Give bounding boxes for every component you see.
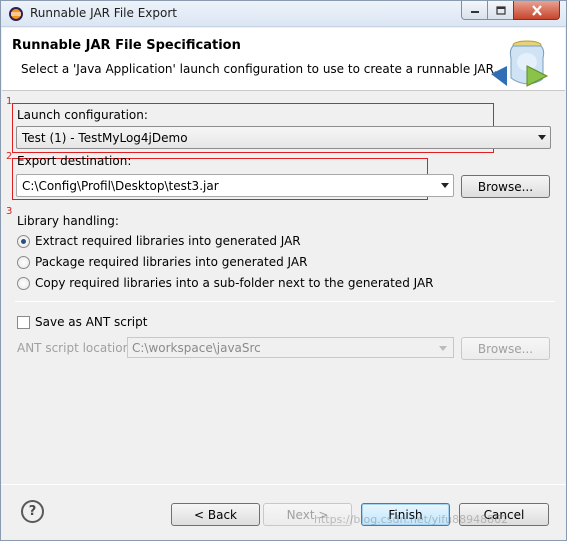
library-option-label: Package required libraries into generate…	[35, 255, 308, 269]
ant-script-location-input[interactable]: C:\workspace\javaSrc	[127, 337, 454, 358]
minimize-button[interactable]	[461, 1, 488, 20]
library-option-copy[interactable]: Copy required libraries into a sub-folde…	[17, 275, 434, 291]
divider	[15, 301, 555, 302]
window-title: Runnable JAR File Export	[30, 6, 177, 20]
library-handling-label: Library handling:	[17, 214, 119, 228]
export-destination-input[interactable]: C:\Config\Profil\Desktop\test3.jar	[16, 174, 454, 197]
export-destination-label: Export destination:	[17, 154, 132, 168]
library-option-package[interactable]: Package required libraries into generate…	[17, 254, 307, 270]
footer-divider	[1, 484, 566, 485]
maximize-icon	[495, 5, 506, 15]
chevron-down-icon[interactable]	[441, 183, 449, 188]
save-ant-script-checkbox[interactable]	[17, 315, 30, 329]
minimize-icon	[470, 11, 479, 13]
ant-script-location-label: ANT script location:	[17, 341, 135, 355]
eclipse-app-icon	[9, 7, 23, 21]
export-browse-button[interactable]: Browse...	[461, 175, 550, 198]
radio-button-selected[interactable]	[17, 234, 30, 248]
wizard-header: Runnable JAR File Specification Select a…	[2, 28, 565, 91]
launch-configuration-select[interactable]: Test (1) - TestMyLog4jDemo	[16, 126, 551, 149]
save-ant-script-label: Save as ANT script	[35, 315, 148, 329]
dialog-window: Runnable JAR File Export Runnable JAR Fi…	[0, 0, 567, 541]
radio-button[interactable]	[17, 255, 30, 269]
library-option-label: Copy required libraries into a sub-folde…	[35, 276, 434, 290]
close-icon	[531, 4, 542, 16]
annotation-number-3: 3	[6, 206, 13, 217]
chevron-down-icon[interactable]	[538, 135, 546, 140]
help-icon[interactable]: ?	[21, 500, 44, 523]
save-ant-script-row[interactable]: Save as ANT script	[17, 314, 147, 330]
ant-script-location-value: C:\workspace\javaSrc	[132, 341, 261, 355]
launch-configuration-label: Launch configuration:	[17, 108, 148, 122]
maximize-button[interactable]	[487, 1, 514, 20]
page-description: Select a 'Java Application' launch confi…	[21, 62, 498, 76]
page-title: Runnable JAR File Specification	[12, 38, 241, 53]
launch-configuration-value: Test (1) - TestMyLog4jDemo	[22, 131, 188, 145]
ant-browse-button[interactable]: Browse...	[461, 337, 550, 360]
chevron-down-icon	[439, 346, 447, 351]
radio-button[interactable]	[17, 276, 30, 290]
close-button[interactable]	[513, 1, 560, 20]
watermark-text: https://blog.csdn.net/yifu88948862	[314, 513, 509, 526]
back-button[interactable]: < Back	[171, 503, 260, 526]
library-option-label: Extract required libraries into generate…	[35, 234, 301, 248]
export-destination-value: C:\Config\Profil\Desktop\test3.jar	[22, 179, 219, 193]
library-option-extract[interactable]: Extract required libraries into generate…	[17, 233, 301, 249]
jar-export-wizard-icon	[491, 40, 549, 87]
title-bar: Runnable JAR File Export	[1, 1, 566, 27]
